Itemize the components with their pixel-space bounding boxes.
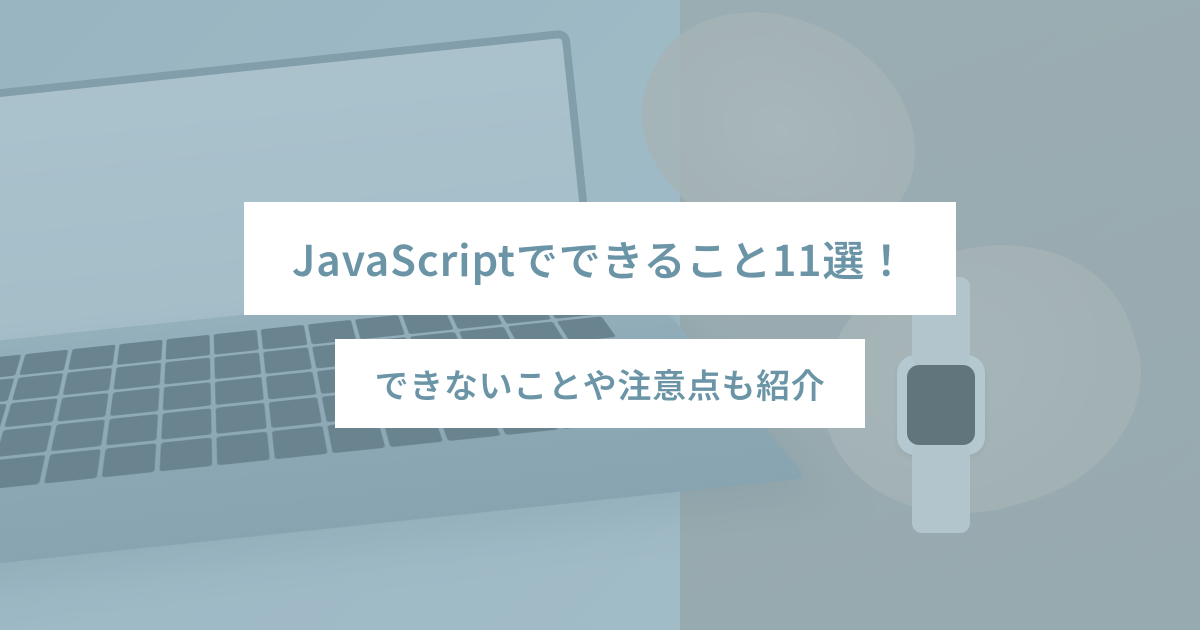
title-secondary-text: できないことや注意点も紹介 [375, 359, 826, 408]
title-primary-box: JavaScriptでできること11選！ [244, 202, 956, 315]
hero-banner: JavaScriptでできること11選！ できないことや注意点も紹介 [0, 0, 1200, 630]
title-secondary-box: できないことや注意点も紹介 [335, 339, 866, 428]
title-primary-text: JavaScriptでできること11選！ [292, 228, 908, 289]
color-overlay [0, 0, 1200, 630]
